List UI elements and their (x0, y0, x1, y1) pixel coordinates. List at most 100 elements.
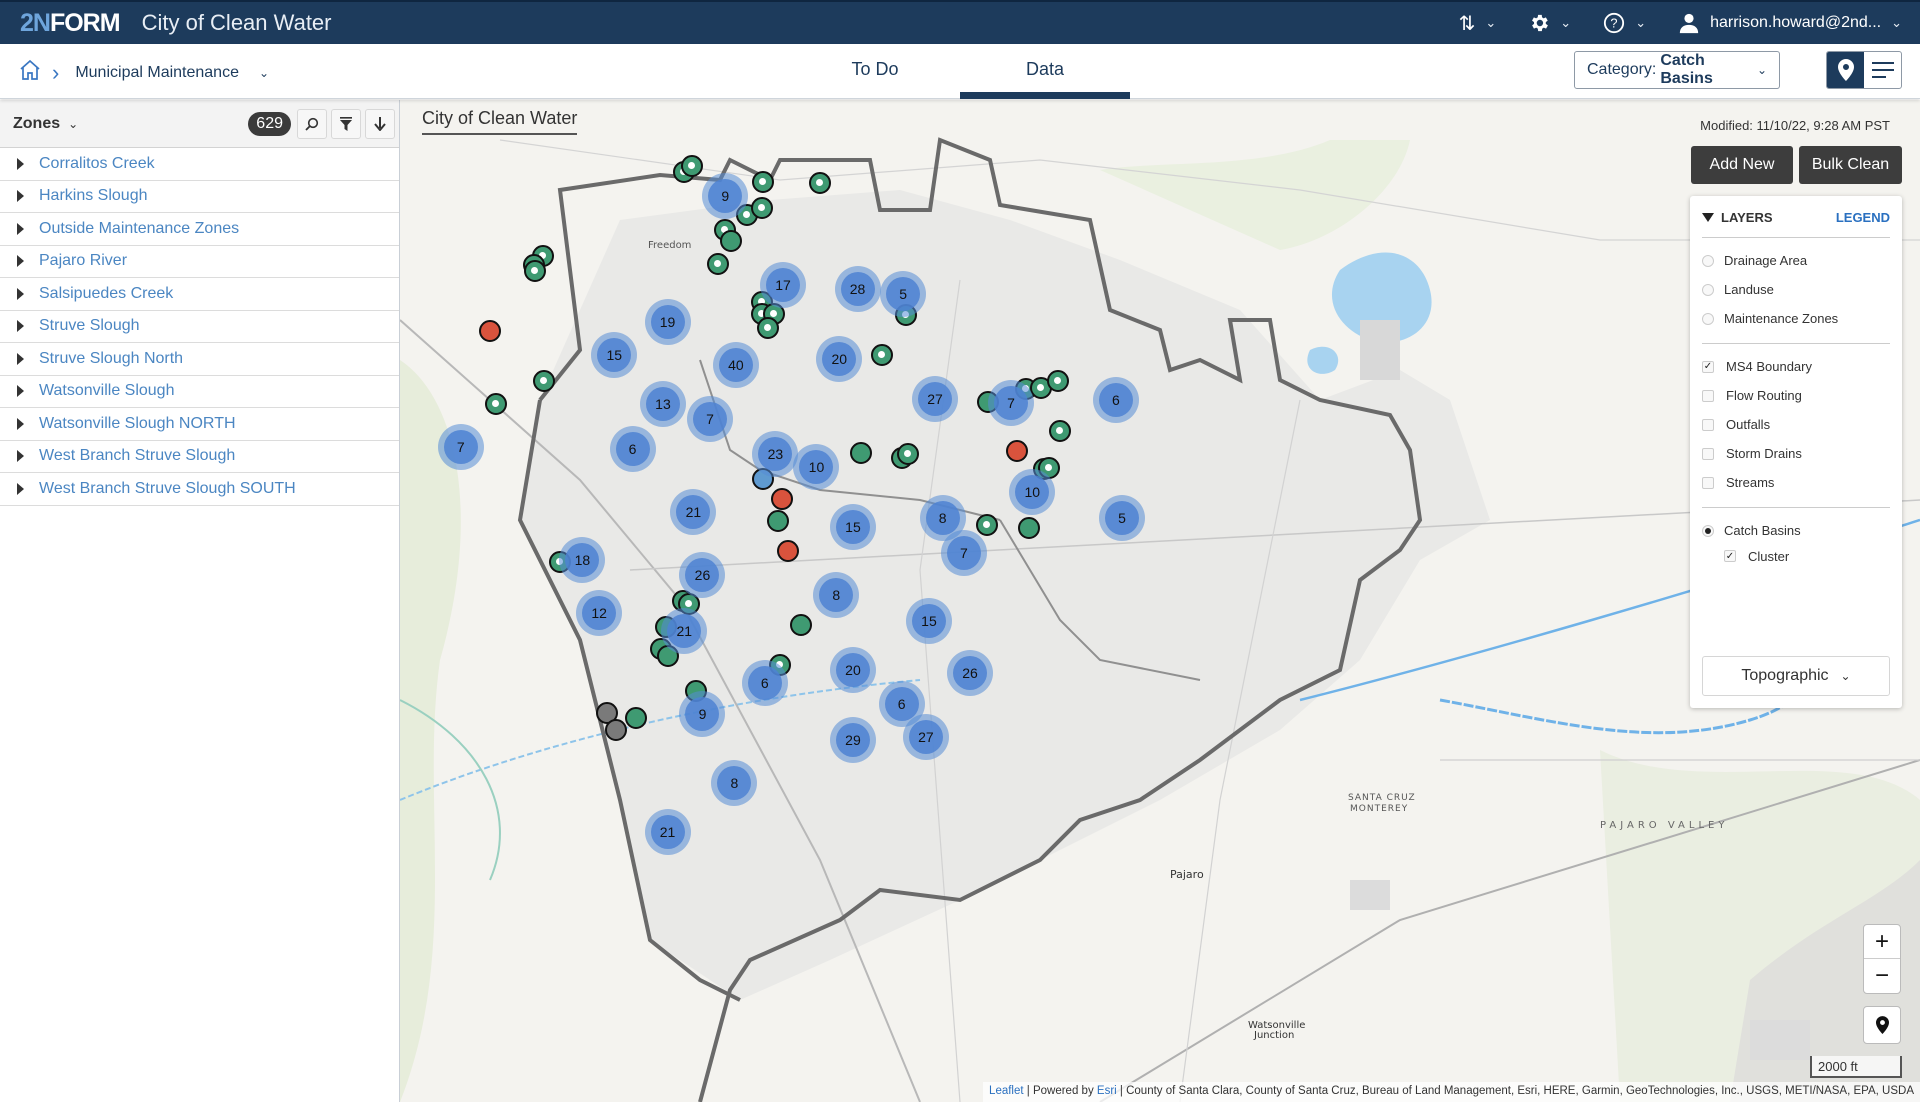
zone-item[interactable]: Struve Slough (0, 311, 399, 343)
cluster-marker[interactable]: 5 (1099, 494, 1145, 541)
cluster-marker[interactable]: 10 (793, 443, 840, 490)
cluster-marker[interactable]: 21 (661, 608, 708, 655)
layer-storm-drains[interactable]: Storm Drains (1702, 439, 1890, 468)
layers-header[interactable]: LAYERS LEGEND (1702, 196, 1890, 238)
zone-item[interactable]: Harkins Slough (0, 181, 399, 213)
cluster-marker[interactable]: 13 (639, 380, 686, 427)
app-logo[interactable]: 2N FORM (20, 9, 121, 38)
chevron-down-icon[interactable]: ⌄ (68, 117, 78, 131)
zoom-in-button[interactable]: + (1864, 925, 1900, 959)
zone-item[interactable]: Watsonville Slough (0, 376, 399, 408)
catch-basin-marker[interactable] (808, 172, 831, 195)
cluster-marker[interactable]: 23 (752, 430, 799, 477)
cluster-marker[interactable]: 7 (988, 379, 1035, 426)
cluster-marker[interactable]: 21 (644, 809, 691, 856)
tab-todo[interactable]: To Do (790, 44, 960, 99)
radio-button[interactable] (1702, 254, 1714, 267)
cluster-marker[interactable]: 29 (829, 717, 876, 764)
cluster-marker[interactable]: 6 (1092, 376, 1139, 423)
cluster-marker[interactable]: 40 (712, 341, 759, 388)
catch-basin-marker-alert[interactable] (1006, 439, 1029, 462)
esri-link[interactable]: Esri (1097, 1085, 1117, 1097)
cluster-marker[interactable]: 27 (912, 375, 959, 422)
cluster-marker[interactable]: 6 (609, 425, 656, 472)
cluster-marker[interactable]: 28 (834, 266, 881, 313)
caret-right-icon[interactable] (17, 287, 24, 300)
legend-link[interactable]: LEGEND (1836, 210, 1890, 225)
locate-button[interactable] (1863, 1006, 1901, 1044)
cluster-marker[interactable]: 7 (940, 529, 987, 576)
catch-basin-marker[interactable] (680, 155, 703, 178)
zone-item[interactable]: Salsipuedes Creek (0, 278, 399, 311)
catch-basin-marker[interactable] (896, 442, 919, 465)
list-view-button[interactable] (1864, 52, 1901, 88)
layer-landuse[interactable]: Landuse (1702, 275, 1890, 304)
catch-basin-marker[interactable] (624, 707, 647, 730)
catch-basin-marker[interactable] (533, 369, 556, 392)
radio-button[interactable] (1702, 524, 1714, 537)
radio-button[interactable] (1702, 312, 1714, 325)
catch-basin-marker[interactable] (870, 343, 893, 366)
cluster-marker[interactable]: 7 (437, 423, 484, 470)
cluster-marker[interactable]: 26 (947, 650, 993, 697)
zoom-out-button[interactable]: − (1864, 959, 1900, 993)
cluster-marker[interactable]: 8 (813, 571, 860, 618)
sort-menu-button[interactable]: ⇅ ⌄ (1459, 11, 1515, 36)
tab-data[interactable]: Data (960, 44, 1130, 99)
zone-item[interactable]: Pajaro River (0, 246, 399, 278)
catch-basin-marker[interactable] (975, 513, 998, 536)
layer-streams[interactable]: Streams (1702, 468, 1890, 497)
filter-button[interactable] (331, 108, 361, 139)
cluster-marker[interactable]: 20 (816, 335, 863, 382)
caret-right-icon[interactable] (17, 385, 24, 398)
zone-item[interactable]: Struve Slough North (0, 343, 399, 376)
checkbox[interactable]: ✓ (1702, 360, 1714, 373)
catch-basin-marker[interactable] (1047, 369, 1070, 392)
caret-right-icon[interactable] (17, 222, 24, 235)
breadcrumb-module[interactable]: Municipal Maintenance (75, 64, 239, 82)
layer-drainage-area[interactable]: Drainage Area (1702, 246, 1890, 275)
catch-basin-marker[interactable] (604, 719, 627, 742)
checkbox[interactable] (1702, 447, 1714, 460)
catch-basin-marker[interactable] (1018, 516, 1041, 539)
checkbox[interactable] (1702, 389, 1714, 402)
search-button[interactable] (297, 108, 327, 139)
zone-item[interactable]: West Branch Struve Slough (0, 441, 399, 473)
map-view-button[interactable] (1827, 52, 1864, 88)
caret-right-icon[interactable] (17, 417, 24, 430)
cluster-marker[interactable]: 18 (559, 536, 606, 583)
map-viewport[interactable]: Freedom Pajaro Watsonville Junction SANT… (400, 100, 1920, 1102)
sidebar-title[interactable]: Zones (13, 115, 60, 133)
catch-basin-marker-alert[interactable] (770, 487, 793, 510)
cluster-marker[interactable]: 6 (741, 660, 788, 707)
cluster-marker[interactable]: 15 (905, 598, 952, 645)
catch-basin-marker[interactable] (750, 197, 773, 220)
radio-button[interactable] (1702, 283, 1714, 296)
catch-basin-marker-alert[interactable] (478, 320, 501, 343)
cluster-marker[interactable]: 7 (687, 395, 734, 442)
catch-basin-marker[interactable] (849, 441, 872, 464)
bulk-clean-button[interactable]: Bulk Clean (1799, 146, 1902, 184)
layer-cluster[interactable]: ✓ Cluster (1702, 545, 1890, 567)
layer-ms4-boundary[interactable]: ✓ MS4 Boundary (1702, 352, 1890, 381)
settings-menu-button[interactable]: ⌄ (1528, 12, 1589, 34)
cluster-marker[interactable]: 15 (829, 503, 876, 550)
category-select[interactable]: Category: Catch Basins ⌄ (1574, 51, 1780, 89)
layer-outfalls[interactable]: Outfalls (1702, 410, 1890, 439)
basemap-select[interactable]: Topographic ⌄ (1702, 656, 1890, 696)
caret-right-icon[interactable] (17, 352, 24, 365)
checkbox[interactable]: ✓ (1724, 550, 1736, 562)
zone-item[interactable]: Corralitos Creek (0, 148, 399, 181)
chevron-down-icon[interactable]: ⌄ (259, 66, 269, 80)
catch-basin-marker[interactable] (1048, 419, 1071, 442)
download-button[interactable] (365, 108, 395, 139)
home-button[interactable] (18, 58, 42, 87)
caret-right-icon[interactable] (17, 482, 24, 495)
caret-right-icon[interactable] (17, 255, 24, 268)
caret-right-icon[interactable] (17, 320, 24, 333)
layer-maintenance-zones[interactable]: Maintenance Zones (1702, 304, 1890, 333)
catch-basin-marker[interactable] (484, 392, 507, 415)
caret-right-icon[interactable] (17, 157, 24, 170)
layer-flow-routing[interactable]: Flow Routing (1702, 381, 1890, 410)
help-menu-button[interactable]: ? ⌄ (1603, 12, 1664, 34)
